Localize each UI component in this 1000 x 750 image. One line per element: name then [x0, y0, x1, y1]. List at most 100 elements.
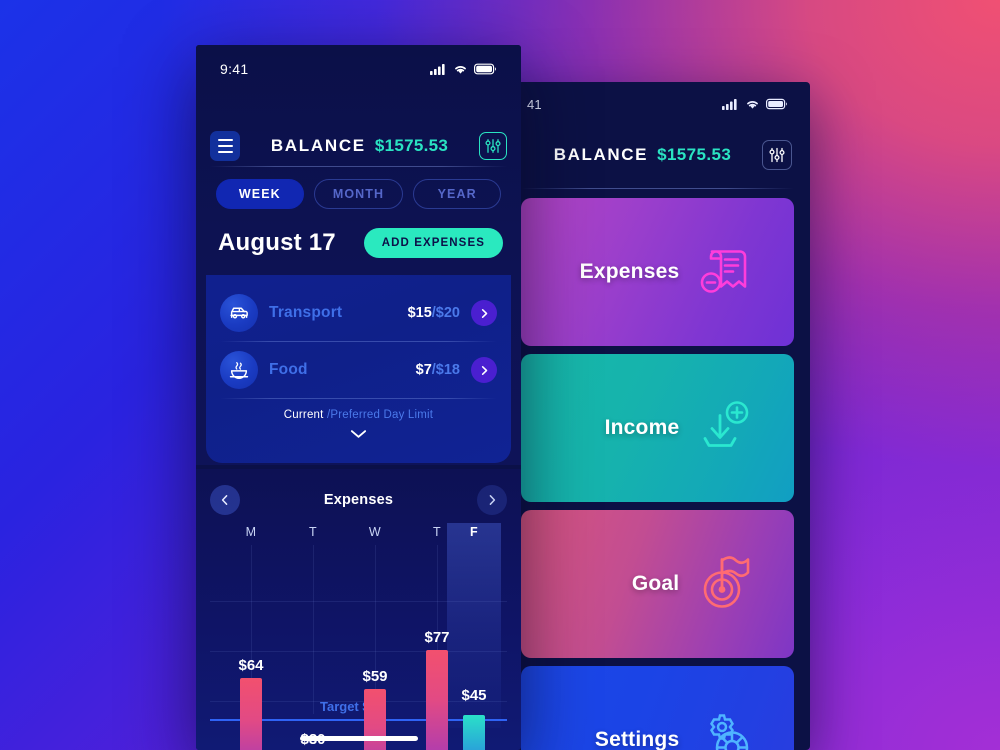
expense-body: Transport $15/$20 [269, 304, 460, 322]
expense-legend: Current /Preferred Day Limit [220, 399, 497, 421]
expense-top-line: Transport $15/$20 [269, 304, 460, 322]
expense-amount: $15/$20 [408, 305, 460, 321]
chevron-down-icon [350, 430, 367, 438]
chart-header: Expenses [210, 483, 507, 517]
legend-current-label: Current [283, 409, 327, 421]
secondary-header-divider [521, 188, 794, 189]
chart-day-label: T [432, 525, 442, 539]
chevron-right-icon [481, 365, 487, 375]
balance-label: BALANCE [553, 145, 649, 164]
primary-header: BALANCE $1575.53 [196, 128, 521, 164]
primary-balance-group: BALANCE $1575.53 [250, 136, 469, 156]
gears-icon [692, 706, 756, 750]
chart-day-label: W [368, 525, 382, 539]
expand-panel-button[interactable] [220, 421, 497, 439]
balance-value: $1575.53 [657, 145, 732, 164]
primary-phone-screen: 9:41 BALANCE $1575.53 WEEK MONTH YEAR Au… [196, 45, 521, 750]
battery-icon [766, 98, 787, 110]
hamburger-menu-button[interactable] [210, 131, 240, 161]
status-time: 9:41 [220, 61, 249, 77]
car-icon [220, 294, 258, 332]
menu-card-label: Expenses [579, 260, 680, 283]
expense-name: Transport [269, 304, 343, 321]
expense-top-line: Food $7/$18 [269, 361, 460, 379]
menu-card-settings[interactable]: Settings [521, 666, 794, 750]
tab-month[interactable]: MONTH [313, 179, 404, 209]
chart-bar[interactable] [240, 678, 262, 750]
chart-plot-area: M T W T F Target $50 $64 $30 $59 $77 $45 [210, 523, 507, 750]
cellular-signal-icon [722, 99, 737, 110]
primary-status-bar: 9:41 [196, 59, 521, 79]
menu-card-list: Expenses Income Goal Settings [521, 198, 794, 750]
chevron-right-icon [481, 308, 487, 318]
balance-value: $1575.53 [374, 136, 449, 155]
menu-card-label: Settings [594, 728, 680, 750]
target-flag-icon [692, 550, 756, 619]
chevron-left-icon [221, 495, 228, 505]
target-label-text: Target [320, 699, 363, 714]
chart-title: Expenses [323, 492, 394, 508]
cellular-signal-icon [430, 64, 445, 75]
status-time: 41 [527, 96, 542, 112]
chart-day-label: T [308, 525, 318, 539]
menu-card-income[interactable]: Income [521, 354, 794, 502]
menu-card-expenses[interactable]: Expenses [521, 198, 794, 346]
chart-prev-button[interactable] [210, 485, 240, 515]
expense-limit: /$20 [431, 305, 460, 321]
secondary-filter-button[interactable] [762, 140, 792, 170]
wifi-icon [747, 101, 758, 109]
expense-detail-button[interactable] [471, 357, 497, 383]
expense-summary-panel: Transport $15/$20 Food $7/$18 Current /P… [206, 275, 511, 463]
expense-limit: /$18 [431, 362, 460, 378]
secondary-phone-screen: 41 BALANCE $1575.53 Expenses Income Goal… [505, 82, 810, 750]
expense-row-transport[interactable]: Transport $15/$20 [220, 285, 497, 341]
sliders-filter-icon [769, 147, 785, 163]
chart-bar[interactable] [463, 715, 485, 750]
add-expenses-button[interactable]: ADD EXPENSES [363, 228, 503, 258]
wifi-icon [455, 66, 466, 74]
date-row: August 17 ADD EXPENSES [218, 228, 503, 258]
legend-limit-label: /Preferred Day Limit [326, 409, 434, 421]
menu-card-label: Income [604, 416, 680, 439]
tab-week[interactable]: WEEK [215, 179, 304, 209]
page-title: August 17 [218, 229, 336, 256]
chart-bar-label: $77 [424, 629, 450, 646]
expense-row-food[interactable]: Food $7/$18 [220, 342, 497, 398]
hamburger-menu-icon [217, 139, 233, 141]
secondary-header: BALANCE $1575.53 [505, 132, 810, 178]
expenses-chart-section: Expenses M T W T F Target $64 $59 $77 $4… [196, 469, 521, 750]
hamburger-menu-icon [217, 151, 233, 153]
primary-filter-button[interactable] [479, 132, 507, 160]
chart-bar-label: $59 [362, 668, 388, 685]
expense-body: Food $7/$18 [269, 361, 460, 379]
receipt-icon [692, 238, 756, 307]
status-icons-group [722, 98, 788, 110]
period-tab-group: WEEK MONTH YEAR [196, 179, 521, 209]
expense-name: Food [269, 361, 308, 378]
chart-day-label: F [469, 525, 479, 539]
chart-bar-label: $64 [238, 657, 264, 674]
expense-detail-button[interactable] [471, 300, 497, 326]
chart-bar-label: $45 [461, 687, 487, 704]
menu-card-label: Goal [631, 572, 680, 595]
menu-card-goal[interactable]: Goal [521, 510, 794, 658]
chart-day-label: M [245, 525, 257, 539]
expense-current: $15 [407, 305, 432, 321]
status-icons-group [430, 63, 497, 75]
sliders-filter-icon [485, 139, 501, 153]
chevron-right-icon [489, 495, 496, 505]
secondary-balance-group: BALANCE $1575.53 [523, 145, 762, 165]
home-indicator[interactable] [299, 736, 418, 741]
secondary-status-bar: 41 [505, 94, 810, 114]
download-plus-icon [692, 394, 756, 463]
hamburger-menu-icon [217, 145, 233, 147]
balance-label: BALANCE [270, 136, 366, 155]
primary-header-divider [210, 166, 507, 167]
battery-icon [474, 63, 496, 75]
chart-next-button[interactable] [477, 485, 507, 515]
chart-day-labels: M T W T F [210, 525, 507, 545]
expense-amount: $7/$18 [416, 362, 460, 378]
expense-current: $7 [415, 362, 432, 378]
bowl-icon [220, 351, 258, 389]
tab-year[interactable]: YEAR [413, 179, 502, 209]
